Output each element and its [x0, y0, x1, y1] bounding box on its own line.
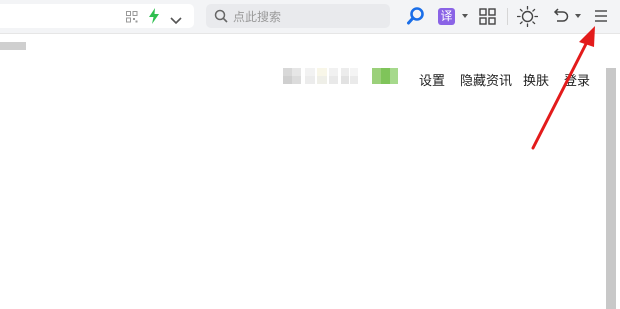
annotation-arrow [531, 26, 595, 150]
